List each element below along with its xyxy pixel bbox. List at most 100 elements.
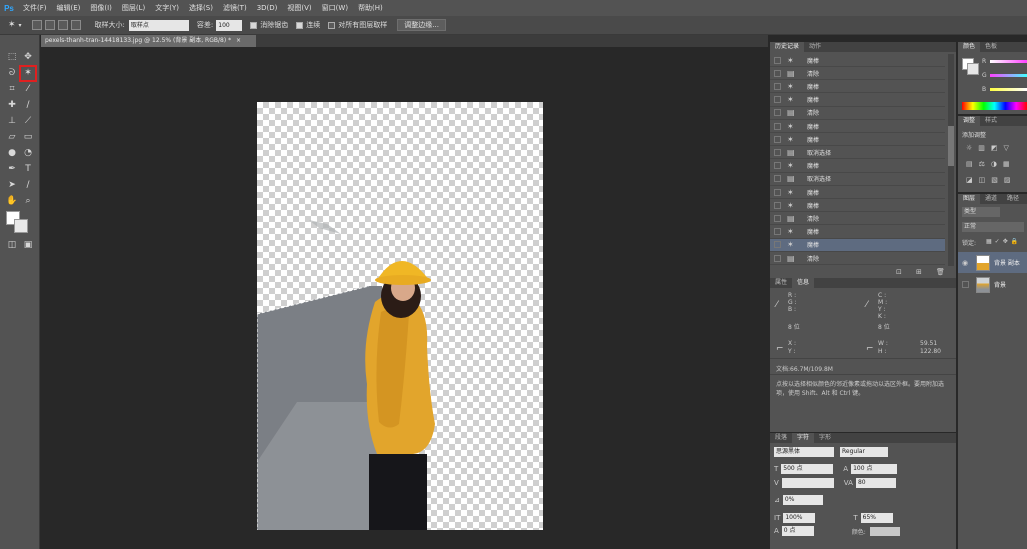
history-row[interactable]: ✶ 魔棒	[770, 133, 945, 147]
add-to-selection-icon[interactable]	[44, 20, 55, 30]
brush-tool-icon[interactable]: ∕	[21, 99, 35, 112]
document-canvas[interactable]	[257, 102, 543, 530]
layer-kind-filter[interactable]: 类型	[962, 207, 1000, 217]
menu-view[interactable]: 视图(V)	[287, 3, 311, 13]
visibility-toggle[interactable]	[962, 281, 969, 288]
history-checkbox[interactable]	[774, 148, 781, 156]
horizontal-scale-input[interactable]: 65%	[860, 513, 893, 523]
history-checkbox[interactable]	[774, 188, 781, 196]
history-checkbox[interactable]	[774, 96, 781, 104]
history-checkbox[interactable]	[774, 228, 781, 236]
tolerance-input[interactable]: 100	[216, 19, 243, 31]
tab-adjustments[interactable]: 调整	[958, 116, 981, 126]
font-style-select[interactable]: Regular	[840, 447, 888, 457]
lock-icons[interactable]: ▦✓✥🔒	[986, 238, 1021, 245]
eraser-tool-icon[interactable]: ▱	[5, 131, 19, 144]
red-slider[interactable]	[990, 60, 1027, 63]
screen-mode-icon[interactable]: ▣	[21, 239, 35, 252]
history-checkbox[interactable]	[774, 82, 781, 90]
clone-stamp-tool-icon[interactable]: ⊥	[5, 115, 19, 128]
hand-tool-icon[interactable]: ✋	[5, 195, 19, 208]
menu-layer[interactable]: 图层(L)	[122, 3, 145, 13]
close-tab-icon[interactable]: ×	[236, 37, 241, 44]
history-checkbox[interactable]	[774, 122, 781, 130]
vertical-scale-input[interactable]: 100%	[783, 513, 816, 523]
menu-edit[interactable]: 编辑(E)	[57, 3, 81, 13]
tab-paragraph[interactable]: 段落	[770, 433, 792, 443]
history-checkbox[interactable]	[774, 201, 781, 209]
pen-tool-icon[interactable]: ✒	[5, 163, 19, 176]
history-row[interactable]: ✶ 魔棒	[770, 199, 945, 213]
new-document-icon[interactable]: ⊞	[916, 268, 922, 276]
tab-info[interactable]: 信息	[792, 278, 815, 288]
document-tab[interactable]: pexels-thanh-tran-14418133.jpg @ 12.5% (…	[41, 35, 256, 47]
tab-styles[interactable]: 样式	[980, 116, 1002, 126]
menu-select[interactable]: 选择(S)	[189, 3, 213, 13]
type-tool-icon[interactable]: T	[21, 163, 35, 176]
history-checkbox[interactable]	[774, 162, 781, 170]
magic-wand-tool-icon[interactable]: ✶	[19, 65, 37, 82]
scale-input[interactable]: 0%	[782, 495, 823, 505]
tab-character[interactable]: 字符	[792, 433, 815, 443]
magic-wand-preset-icon[interactable]: ✶	[8, 20, 16, 30]
menu-help[interactable]: 帮助(H)	[358, 3, 383, 13]
tab-color[interactable]: 颜色	[958, 42, 981, 52]
history-brush-tool-icon[interactable]: ⟋	[21, 115, 35, 128]
font-size-input[interactable]: 500 点	[781, 464, 834, 474]
history-checkbox[interactable]	[774, 214, 781, 222]
zoom-tool-icon[interactable]: ⌕	[21, 195, 35, 208]
preset-dropdown-icon[interactable]: ▾	[19, 22, 22, 29]
history-checkbox[interactable]	[774, 135, 781, 143]
history-row[interactable]: ✶ 魔棒	[770, 120, 945, 133]
history-row[interactable]: ▤ 清除	[770, 67, 945, 81]
blend-mode-select[interactable]: 正常	[962, 222, 1024, 232]
menu-window[interactable]: 窗口(W)	[322, 3, 348, 13]
menu-file[interactable]: 文件(F)	[23, 3, 47, 13]
move-tool-icon[interactable]: ✥	[21, 51, 35, 64]
leading-input[interactable]: 100 点	[851, 464, 898, 474]
tab-actions[interactable]: 动作	[804, 42, 826, 52]
history-row[interactable]: ▤ 清除	[770, 212, 945, 226]
tab-history[interactable]: 历史记录	[770, 42, 805, 52]
tab-swatches[interactable]: 色板	[980, 42, 1002, 52]
adjustment-icons-row-2[interactable]: ▤⚖◑▦	[966, 160, 1016, 168]
lasso-tool-icon[interactable]: ᘐ	[5, 67, 19, 80]
new-snapshot-icon[interactable]: ⊡	[896, 268, 902, 276]
text-color-swatch[interactable]	[869, 526, 900, 536]
history-checkbox[interactable]	[774, 254, 781, 262]
tab-properties[interactable]: 属性	[770, 278, 792, 288]
tab-paths[interactable]: 路径	[1002, 194, 1024, 204]
crop-tool-icon[interactable]: ⌗	[5, 83, 19, 96]
history-row[interactable]: ✶ 魔棒	[770, 186, 945, 199]
adjustment-icons-row-3[interactable]: ◪◫▧▨	[966, 176, 1016, 184]
history-checkbox[interactable]	[774, 56, 781, 64]
adjustment-icons-row-1[interactable]: ☼▥◩▽	[966, 144, 1015, 152]
history-checkbox[interactable]	[774, 241, 781, 249]
menu-image[interactable]: 图像(I)	[90, 3, 112, 13]
green-slider[interactable]	[990, 74, 1027, 77]
history-row[interactable]: ▤ 清除	[770, 252, 945, 265]
history-row[interactable]: ▤ 清除	[770, 107, 945, 120]
contiguous-checkbox[interactable]	[296, 21, 304, 29]
blur-tool-icon[interactable]: ●	[5, 147, 19, 160]
color-bg-swatch[interactable]	[967, 63, 979, 75]
visibility-eye-icon[interactable]: ◉	[962, 259, 968, 267]
layer-row-background-copy[interactable]: ◉ 背景 副本	[958, 252, 1027, 273]
history-row[interactable]: ✶ 魔棒	[770, 226, 945, 239]
history-checkbox[interactable]	[774, 69, 781, 77]
menu-filter[interactable]: 滤镜(T)	[223, 3, 247, 13]
gradient-tool-icon[interactable]: ▭	[21, 131, 35, 144]
layer-row-background[interactable]: 背景	[958, 274, 1027, 295]
shape-tool-icon[interactable]: ∕	[21, 179, 35, 192]
menu-3d[interactable]: 3D(D)	[257, 4, 278, 12]
history-row[interactable]: ✶ 魔棒	[770, 54, 945, 67]
refine-edge-button[interactable]: 调整边缘...	[397, 19, 446, 31]
tab-glyphs[interactable]: 字形	[814, 433, 836, 443]
eyedropper-tool-icon[interactable]: ⁄	[21, 83, 35, 96]
sample-all-layers-checkbox[interactable]	[328, 21, 336, 29]
anti-alias-checkbox[interactable]	[250, 21, 258, 29]
subtract-selection-icon[interactable]	[57, 20, 68, 30]
path-select-tool-icon[interactable]: ➤	[5, 179, 19, 192]
dodge-tool-icon[interactable]: ◔	[21, 147, 35, 160]
sample-size-select[interactable]: 取样点	[128, 19, 189, 31]
